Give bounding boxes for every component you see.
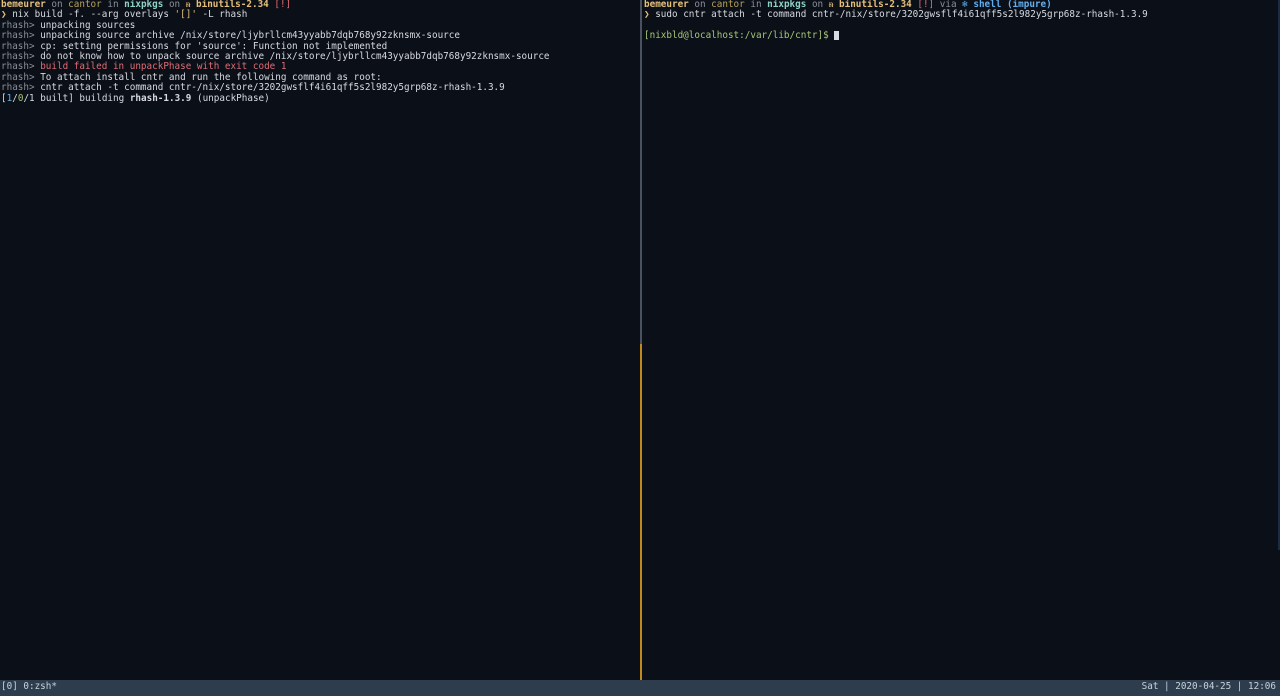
log-text: unpacking sources: [40, 19, 136, 31]
build-progress: [1/0/1 built] building rhash-1.3.9 (unpa…: [1, 92, 640, 104]
text-cursor: [834, 31, 840, 41]
progress-phase: (unpackPhase): [191, 92, 270, 104]
tmux-window-tab[interactable]: 0:zsh*: [23, 681, 57, 692]
build-log: rhash> unpacking sources rhash> unpacking…: [1, 19, 640, 94]
tmux-session: [0]: [1, 681, 24, 692]
command-rest: -L rhash: [196, 9, 248, 21]
terminal-pane-right[interactable]: bemeurer on cantor in nixpkgs on ᵰ binut…: [643, 0, 1280, 680]
log-text: build failed in unpackPhase with exit co…: [40, 61, 287, 73]
pane-divider[interactable]: [640, 0, 642, 680]
log-text: unpacking source archive /nix/store/ljyb…: [40, 30, 460, 42]
log-prefix: rhash>: [1, 61, 41, 73]
terminal-pane-left[interactable]: bemeurer on cantor in nixpkgs on ᵰ binut…: [0, 0, 640, 680]
progress-package: rhash-1.3.9: [129, 92, 192, 104]
command-text: nix build -f. --arg overlays: [6, 9, 175, 21]
log-text: cntr attach -t command cntr-/nix/store/3…: [40, 82, 505, 94]
log-prefix: rhash>: [1, 50, 41, 62]
log-text: do not know how to unpack source archive…: [40, 50, 550, 62]
log-prefix: rhash>: [1, 19, 41, 31]
command-text: sudo cntr attach -t command cntr-/nix/st…: [649, 9, 1148, 21]
tmux-status-bar: [0] 0:zsh* Sat | 2020-04-25 | 12:06: [0, 680, 1280, 696]
progress-label: built] building: [34, 92, 130, 104]
log-text: To attach install cntr and run the follo…: [40, 71, 382, 83]
command-quoted-arg: '[]': [174, 9, 197, 21]
status-datetime: Sat | 2020-04-25 | 12:06: [1141, 681, 1276, 692]
command-line: ❯ sudo cntr attach -t command cntr-/nix/…: [644, 10, 1280, 20]
log-prefix: rhash>: [1, 30, 41, 42]
log-text: cp: setting permissions for 'source': Fu…: [40, 40, 388, 52]
log-prefix: rhash>: [1, 71, 41, 83]
git-status: [!]: [268, 0, 292, 10]
log-prefix: rhash>: [1, 40, 41, 52]
log-prefix: rhash>: [1, 82, 41, 94]
shell-prompt-line[interactable]: [nixbld@localhost:/var/lib/cntr]$: [644, 30, 1280, 42]
shell-prompt: [nixbld@localhost:/var/lib/cntr]$: [644, 30, 835, 42]
